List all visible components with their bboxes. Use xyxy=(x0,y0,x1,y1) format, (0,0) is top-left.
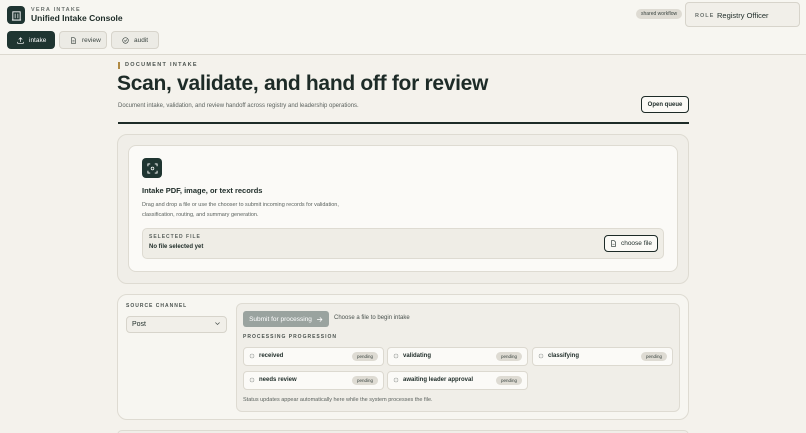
status-badge: pending xyxy=(495,376,522,385)
stage-validating: validating pending xyxy=(387,347,528,366)
spinner-icon xyxy=(249,353,255,359)
choose-file-label: choose file xyxy=(620,240,653,247)
spinner-icon xyxy=(249,377,255,383)
spinner-icon xyxy=(393,353,399,359)
arrow-right-icon xyxy=(316,316,323,322)
app-title: Unified Intake Console xyxy=(31,13,123,23)
app-logo xyxy=(7,6,25,24)
drop-icon-tile xyxy=(142,158,162,178)
spinner-icon xyxy=(538,353,544,359)
role-value: Registry Officer xyxy=(717,11,769,20)
progress-label: PROCESSING PROGRESSION xyxy=(243,334,337,340)
selected-file-label: SELECTED FILE xyxy=(149,234,201,240)
source-channel-value: Post xyxy=(132,321,147,328)
status-badge: pending xyxy=(351,376,378,385)
shield-check-icon xyxy=(122,36,129,44)
stage-name: received xyxy=(259,353,284,359)
tab-review[interactable]: review xyxy=(59,31,107,49)
scan-icon xyxy=(146,162,158,174)
tab-intake-label: intake xyxy=(29,36,47,44)
stage-awaiting-leader-approval: awaiting leader approval pending xyxy=(387,371,528,390)
workflow-badge: shared workflow xyxy=(636,9,683,19)
submit-for-processing-button[interactable]: Submit for processing xyxy=(243,311,329,327)
source-channel-label: SOURCE CHANNEL xyxy=(126,303,188,309)
tab-intake[interactable]: intake xyxy=(7,31,55,49)
upload-icon xyxy=(17,36,24,44)
role-selector[interactable]: ROLE Registry Officer xyxy=(685,2,800,27)
building-icon xyxy=(11,10,21,21)
status-badge: pending xyxy=(351,352,378,361)
stage-name: needs review xyxy=(259,377,297,383)
choose-file-button[interactable]: choose file xyxy=(604,235,658,252)
tab-review-label: review xyxy=(82,36,101,44)
submit-label: Submit for processing xyxy=(249,315,312,323)
section-eyebrow: DOCUMENT INTAKE xyxy=(118,62,198,69)
stage-received: received pending xyxy=(243,347,384,366)
selected-file-value: No file selected yet xyxy=(149,244,204,250)
status-badge: pending xyxy=(495,352,522,361)
page-subtitle: Document intake, validation, and review … xyxy=(118,103,359,109)
tab-audit[interactable]: audit xyxy=(111,31,159,49)
open-queue-button[interactable]: Open queue xyxy=(641,96,689,113)
page-title: Scan, validate, and hand off for review xyxy=(117,72,489,95)
chevron-down-icon xyxy=(215,322,220,326)
stage-name: classifying xyxy=(548,353,580,359)
submit-hint: Choose a file to begin intake xyxy=(334,315,410,321)
role-label: ROLE xyxy=(695,13,715,19)
spinner-icon xyxy=(393,377,399,383)
tab-audit-label: audit xyxy=(134,36,149,44)
selected-file-box xyxy=(142,228,664,259)
file-icon xyxy=(611,240,616,247)
intake-description: Drag and drop a file or use the chooser … xyxy=(142,202,339,218)
status-note: Status updates appear automatically here… xyxy=(243,397,433,403)
stage-classifying: classifying pending xyxy=(532,347,673,366)
stage-name: awaiting leader approval xyxy=(403,377,474,383)
intake-title: Intake PDF, image, or text records xyxy=(142,186,263,195)
status-badge: pending xyxy=(640,352,667,361)
divider xyxy=(118,122,689,124)
document-icon xyxy=(71,36,76,44)
stage-needs-review: needs review pending xyxy=(243,371,384,390)
stage-name: validating xyxy=(403,353,432,359)
